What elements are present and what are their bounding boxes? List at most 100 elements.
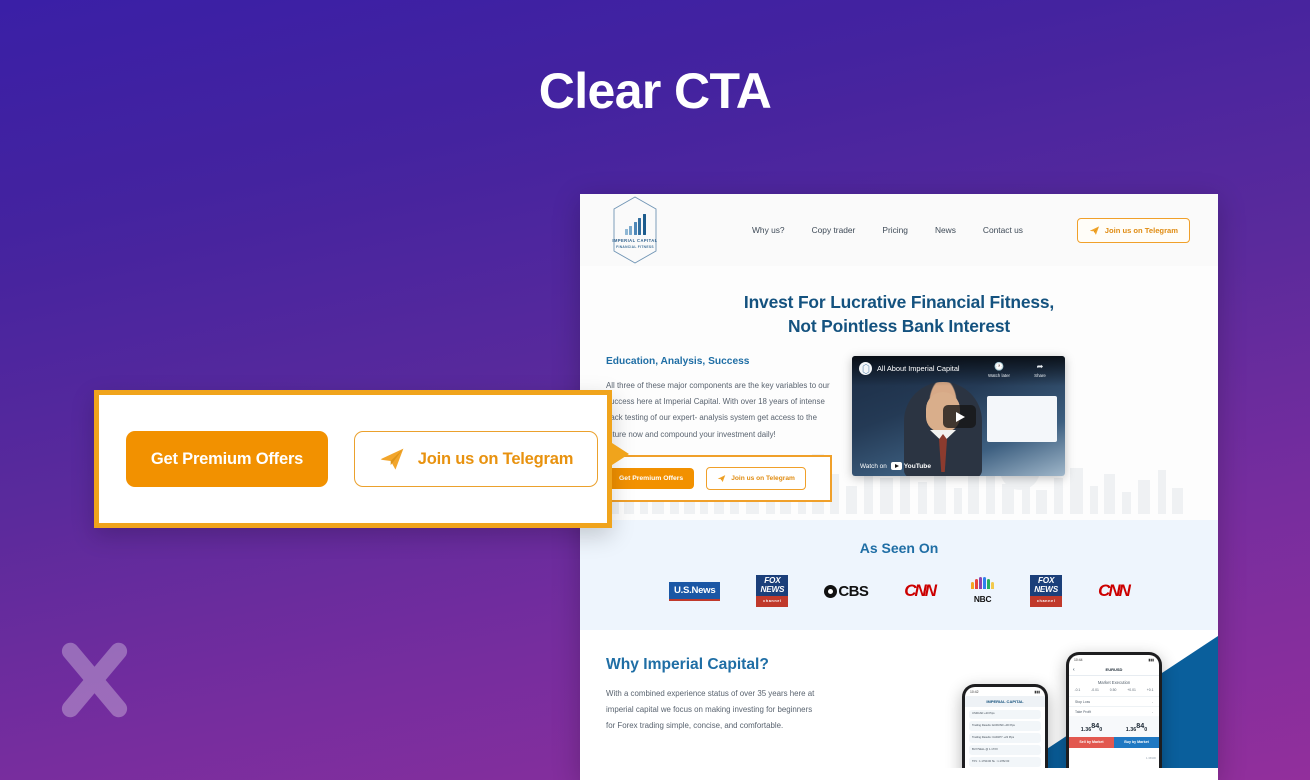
telegram-message: BUY/SELL @ 1.17XX (969, 745, 1041, 755)
phone-status-time: 10:42 (970, 689, 979, 694)
ask-price: 1.36840 (1125, 721, 1148, 733)
telegram-channel-name: IMPERIAL CAPITAL (986, 699, 1024, 704)
price-chart: 1.36900 1.36800 (1069, 747, 1159, 768)
youtube-logo-icon: YouTube (890, 462, 931, 470)
back-chevron-icon[interactable]: ‹ (1073, 667, 1075, 673)
press-logo-cnn-1: CNN (904, 581, 937, 600)
share-arrow-icon: ➦ (1036, 362, 1044, 371)
site-navbar: IMPERIAL CAPITAL FINANCIAL FITNESS Why u… (580, 194, 1218, 266)
lot-value[interactable]: +0.01 (1127, 688, 1136, 692)
take-profit-row[interactable]: Take Profit - (1069, 706, 1159, 716)
hero-paragraph: All three of these major components are … (606, 381, 830, 439)
cta-callout-box: Get Premium Offers Join us on Telegram (94, 390, 612, 528)
video-background-monitor (987, 396, 1057, 442)
hero-headline-line-1: Invest For Lucrative Financial Fitness, (743, 292, 1055, 312)
as-seen-on-heading: As Seen On (859, 540, 939, 556)
hero-get-premium-offers-button[interactable]: Get Premium Offers (608, 467, 695, 489)
hero-text-column: Education, Analysis, Success All three o… (594, 356, 834, 502)
nav-telegram-button[interactable]: Join us on Telegram (1076, 217, 1190, 243)
hero-video-column: All About Imperial Capital 🕐 Watch later… (852, 356, 1192, 502)
fox-news-sub: channel (1030, 596, 1063, 607)
price-quotes: 1.36840 1.36840 (1069, 716, 1159, 737)
stop-loss-row[interactable]: Stop Loss - (1069, 696, 1159, 706)
youtube-video-embed[interactable]: All About Imperial Capital 🕐 Watch later… (852, 356, 1065, 476)
hero-join-telegram-label: Join us on Telegram (731, 474, 795, 482)
join-us-on-telegram-button[interactable]: Join us on Telegram (354, 431, 598, 487)
telegram-paper-plane-icon (717, 474, 726, 482)
phone-status-bar: 10:44 ▮▮▮ (1069, 655, 1159, 664)
press-logo-row: U.S.News FOX NEWS channel CBS CNN NBC FO… (580, 575, 1218, 607)
hero-headline: Invest For Lucrative Financial Fitness, … (580, 290, 1218, 338)
hero-section: Invest For Lucrative Financial Fitness, … (580, 266, 1218, 520)
nav-item-news[interactable]: News (935, 225, 956, 235)
fox-news-label: FOX NEWS (1034, 576, 1058, 594)
video-watch-on-label: Watch on (860, 462, 887, 470)
nav-item-why-us[interactable]: Why us? (752, 225, 785, 235)
why-imperial-capital-section: Why Imperial Capital? With a combined ex… (580, 630, 1218, 768)
youtube-wordmark: YouTube (903, 462, 931, 470)
order-buttons: Sell by Market Buy by Market (1069, 736, 1159, 748)
join-us-on-telegram-label: Join us on Telegram (417, 449, 574, 468)
cbs-eye-icon (824, 584, 838, 598)
market-execution-label: Market Execution (1097, 680, 1131, 685)
website-mockup: IMPERIAL CAPITAL FINANCIAL FITNESS Why u… (580, 194, 1218, 780)
nav-item-pricing[interactable]: Pricing (882, 225, 908, 235)
telegram-message: TP1 : 1.1790.00 SL : 1.1782.00 (969, 757, 1041, 767)
video-share-button[interactable]: ➦ Share (1022, 362, 1058, 379)
press-logo-usnews: U.S.News (669, 578, 721, 604)
video-top-bar: All About Imperial Capital 🕐 Watch later… (852, 356, 1065, 386)
slide-canvas: Clear CTA IMPERIAL CAPITAL FINANCIAL FIT… (0, 0, 1310, 780)
video-watch-on-youtube[interactable]: Watch on YouTube (852, 457, 939, 476)
lot-value[interactable]: 0.50 (1110, 688, 1117, 692)
telegram-message: USDCAD +20 Pips (969, 709, 1041, 719)
imperial-capital-hexagon-logo-icon (862, 363, 869, 374)
why-paragraph: With a combined experience status of ove… (606, 689, 815, 731)
bid-price: 1.36840 (1080, 721, 1103, 733)
sell-by-market-button[interactable]: Sell by Market (1069, 736, 1114, 748)
hero-eyebrow: Education, Analysis, Success (606, 356, 750, 367)
telegram-channel-header: IMPERIAL CAPITAL (965, 696, 1045, 707)
play-button-icon (955, 411, 965, 422)
press-logo-cnn-2: CNN (1098, 581, 1131, 600)
callout-pointer-arrow-icon (612, 443, 629, 465)
clock-icon: 🕐 (994, 362, 1004, 371)
fox-news-label: FOX NEWS (760, 576, 785, 594)
press-logo-nbc: NBC (971, 576, 995, 604)
press-logo-fox-news-2: FOX NEWS channel (1030, 575, 1063, 607)
get-premium-offers-button[interactable]: Get Premium Offers (126, 431, 328, 487)
stop-loss-value: - (1151, 699, 1153, 704)
page-title: Clear CTA (538, 63, 772, 119)
video-title: All About Imperial Capital (877, 364, 960, 373)
telegram-paper-plane-icon (1089, 225, 1099, 235)
phone-status-icons: ▮▮▮ (1034, 689, 1040, 694)
phone-status-time: 10:44 (1074, 657, 1083, 662)
x-logo-watermark-icon (48, 634, 140, 726)
buy-by-market-button[interactable]: Buy by Market (1114, 736, 1159, 748)
phone-mockups: 10:42 ▮▮▮ IMPERIAL CAPITAL USDCAD +20 Pi… (946, 636, 1196, 768)
hero-headline-line-2: Not Pointless Bank Interest (787, 316, 1011, 336)
video-play-button[interactable] (942, 405, 976, 428)
nav-item-contact-us[interactable]: Contact us (983, 225, 1023, 235)
lot-value[interactable]: +0.1 (1147, 688, 1154, 692)
nav-item-copy-trader[interactable]: Copy trader (812, 225, 856, 235)
lot-value[interactable]: -0.01 (1091, 688, 1099, 692)
telegram-message: Trading Results: EURUSD +30 Pips (969, 721, 1041, 731)
site-logo[interactable]: IMPERIAL CAPITAL FINANCIAL FITNESS (580, 196, 690, 264)
nav-links: Why us? Copy trader Pricing News Contact… (752, 225, 1023, 235)
trading-app-header: ‹ EURUSD (1069, 664, 1159, 676)
telegram-phone-mockup: 10:42 ▮▮▮ IMPERIAL CAPITAL USDCAD +20 Pi… (962, 684, 1048, 768)
chart-gridline-label: 1.36900 (1145, 755, 1156, 760)
lot-value[interactable]: -0.1 (1074, 688, 1080, 692)
video-watch-later-label: Watch later (987, 373, 1011, 378)
phone-status-icons: ▮▮▮ (1148, 657, 1154, 662)
video-share-label: Share (1034, 373, 1046, 378)
phone-status-bar: 10:42 ▮▮▮ (965, 687, 1045, 696)
fox-news-sub: channel (756, 596, 789, 607)
take-profit-label: Take Profit (1075, 709, 1092, 714)
stop-loss-label: Stop Loss (1075, 699, 1091, 704)
hero-join-telegram-button[interactable]: Join us on Telegram (706, 466, 806, 490)
telegram-paper-plane-icon (380, 448, 404, 470)
hero-cta-highlight-box: Get Premium Offers Join us on Telegram (594, 454, 832, 502)
video-watch-later-button[interactable]: 🕐 Watch later (981, 362, 1017, 379)
press-logo-cbs: CBS (824, 578, 869, 604)
